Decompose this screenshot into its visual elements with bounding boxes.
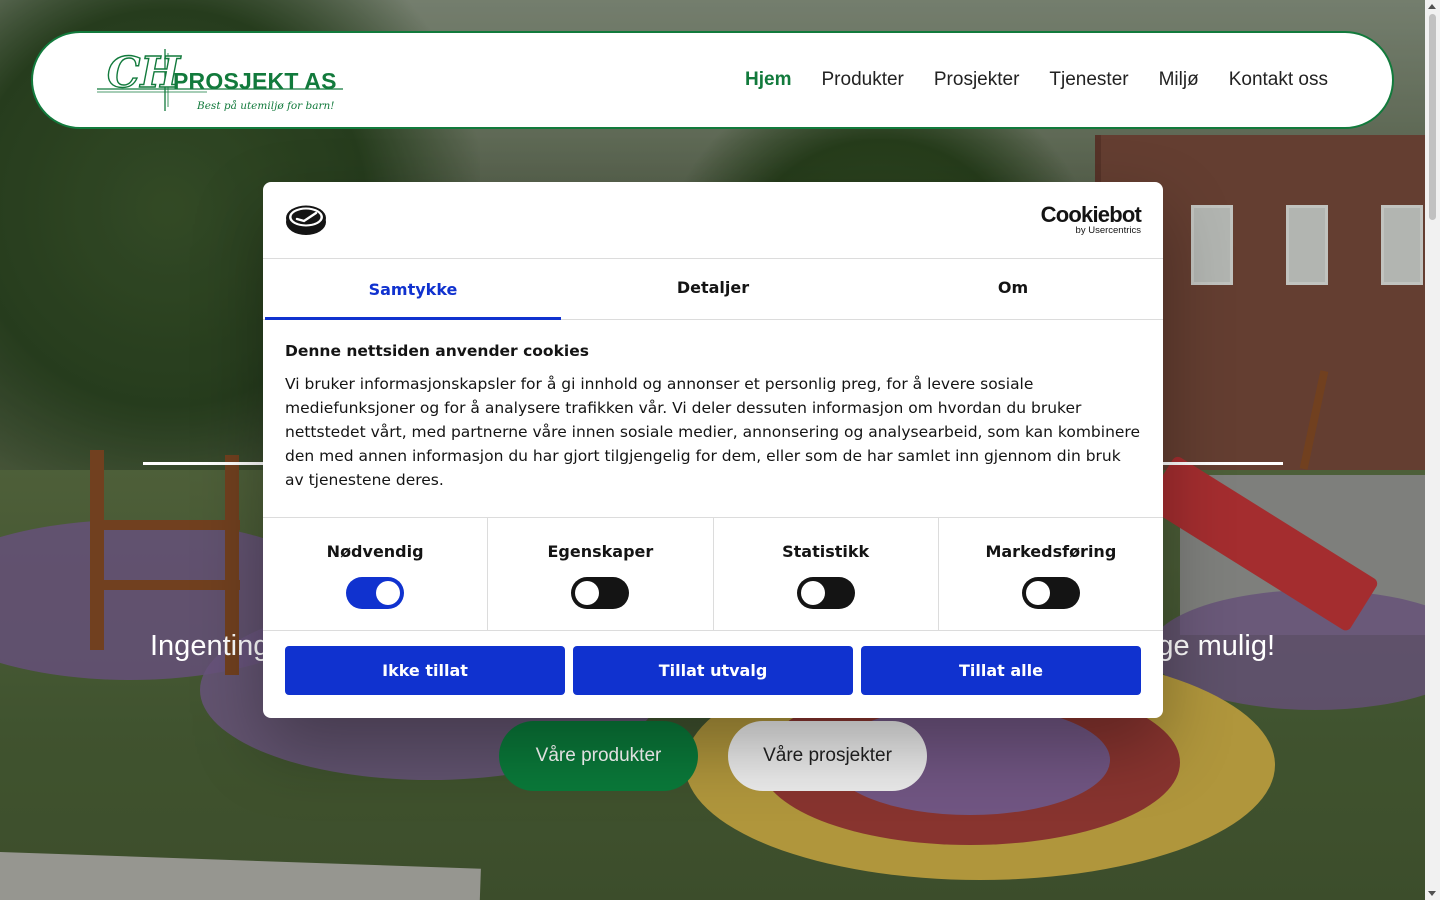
toggle-label: Markedsføring [985,542,1117,561]
nav-link-products[interactable]: Produkter [822,69,904,91]
svg-text:Best på utemiljø for barn!: Best på utemiljø for barn! [196,99,335,112]
preferences-switch[interactable] [571,577,630,609]
tab-about[interactable]: Om [863,260,1163,319]
nav-link-contact[interactable]: Kontakt oss [1229,69,1328,91]
company-logo-graphic: CH PROSJEKT AS Best på utemiljø for barn… [97,47,343,112]
nav-link-home[interactable]: Hjem [745,69,791,91]
hero-tagline-right: ge mulig! [1157,630,1275,662]
company-logo[interactable]: CH PROSJEKT AS Best på utemiljø for barn… [97,47,347,115]
statistics-switch[interactable] [796,577,855,609]
cookiebot-wordmark: Cookiebot [1040,202,1142,227]
toggle-preferences: Egenskaper [488,518,714,630]
nav-link-projects[interactable]: Prosjekter [934,69,1020,91]
toggle-label: Egenskaper [547,542,654,561]
our-products-button[interactable]: Våre produkter [499,721,698,791]
hero-divider-line [143,462,265,465]
allow-selection-button[interactable]: Tillat utvalg [573,646,853,695]
toggle-label: Nødvendig [326,542,424,561]
toggle-label: Statistikk [782,542,870,561]
toggle-marketing: Markedsføring [939,518,1163,630]
cookie-dialog-header: Cookiebot by Usercentrics [263,182,1163,259]
cookie-category-toggles: Nødvendig Egenskaper Statistikk Markedsf… [263,517,1163,631]
switch-knob [1025,581,1050,605]
cookie-consent-dialog: Cookiebot by Usercentrics Samtykke Detal… [263,182,1163,718]
cookie-tabs: Samtykke Detaljer Om [263,260,1163,320]
hero-tagline-left: Ingenting [150,630,270,662]
scroll-down-arrow-icon[interactable] [1428,891,1436,896]
deny-button[interactable]: Ikke tillat [285,646,565,695]
scroll-up-arrow-icon[interactable] [1428,4,1436,9]
svg-text:CH: CH [107,49,181,97]
cookiebot-logo[interactable]: Cookiebot by Usercentrics [1037,202,1142,236]
cookie-dialog-body: Denne nettsiden anvender cookies Vi bruk… [285,342,1141,492]
scrollbar-thumb[interactable] [1429,14,1436,220]
switch-knob [575,581,600,605]
tab-consent[interactable]: Samtykke [263,260,563,320]
cookie-icon-graphic [286,205,326,235]
toggle-statistics: Statistikk [714,518,939,630]
main-navigation: Hjem Produkter Prosjekter Tjenester Milj… [745,33,1328,127]
our-projects-button[interactable]: Våre prosjekter [728,721,927,791]
necessary-switch[interactable] [346,577,405,609]
toggle-necessary: Nødvendig [263,518,489,630]
switch-knob [376,581,401,605]
marketing-switch[interactable] [1021,577,1080,609]
cookie-actions: Ikke tillat Tillat utvalg Tillat alle [285,646,1141,695]
allow-all-button[interactable]: Tillat alle [861,646,1141,695]
cookie-dialog-title: Denne nettsiden anvender cookies [285,342,589,360]
svg-text:PROSJEKT AS: PROSJEKT AS [173,68,337,94]
tab-details[interactable]: Detaljer [563,260,863,319]
hero-divider-line [1163,462,1283,465]
cookiebot-byline: by Usercentrics [1075,225,1141,236]
nav-link-services[interactable]: Tjenester [1049,69,1128,91]
switch-knob [800,581,825,605]
cookie-icon[interactable] [285,204,327,236]
page-scrollbar[interactable] [1425,0,1440,900]
nav-link-environment[interactable]: Miljø [1159,69,1199,91]
cookie-dialog-text: Vi bruker informasjonskapsler for å gi i… [285,375,1141,489]
site-header: CH PROSJEKT AS Best på utemiljø for barn… [31,31,1394,129]
